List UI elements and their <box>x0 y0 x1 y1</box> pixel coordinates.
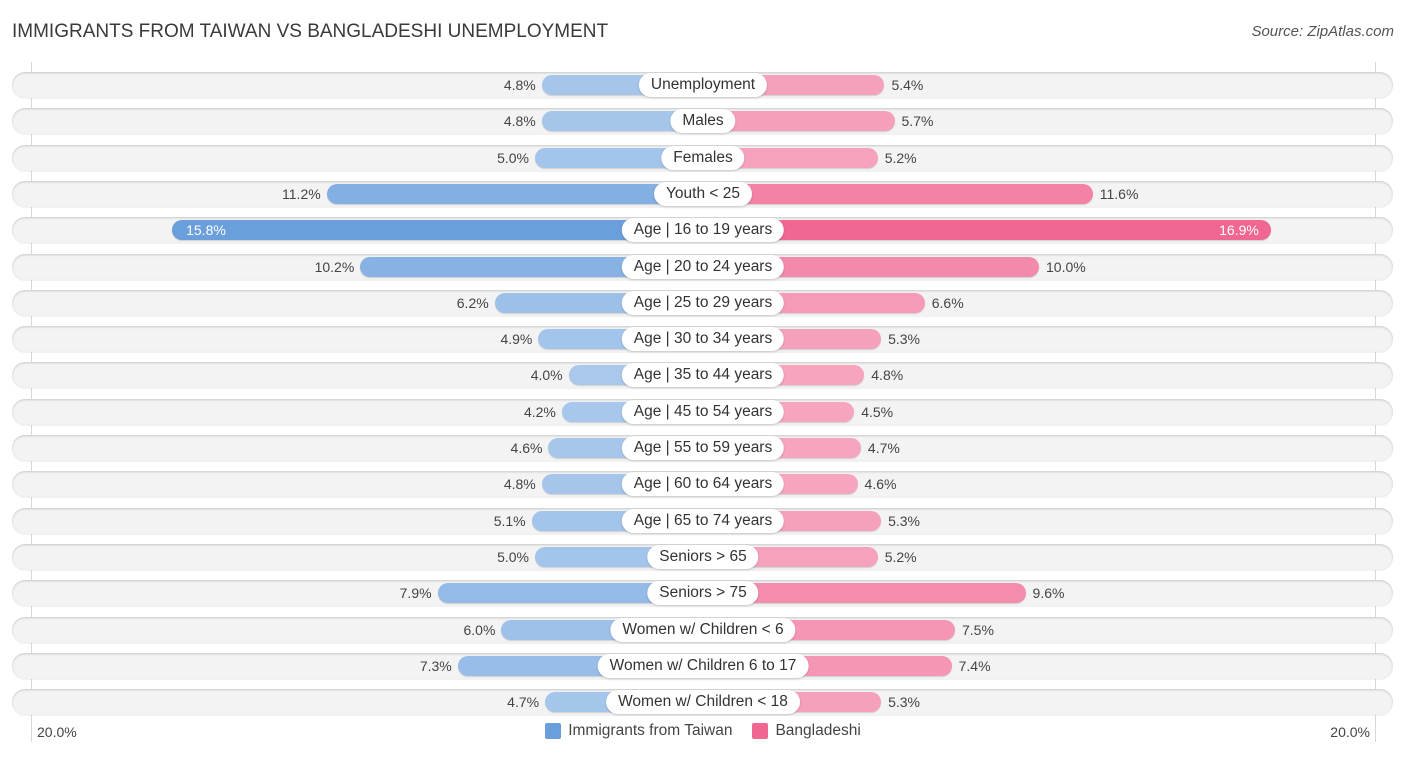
value-label-bangladeshi: 6.6% <box>931 294 964 311</box>
value-label-bangladeshi: 9.6% <box>1032 585 1065 602</box>
category-label: Age | 60 to 64 years <box>621 472 785 497</box>
value-label-bangladeshi: 4.6% <box>864 476 897 493</box>
category-label: Women w/ Children 6 to 17 <box>597 653 809 678</box>
category-label: Age | 45 to 54 years <box>621 399 785 424</box>
value-label-taiwan: 7.9% <box>399 585 432 602</box>
value-label-taiwan: 4.7% <box>507 694 540 711</box>
value-label-bangladeshi: 4.7% <box>867 440 900 456</box>
value-label-taiwan: 5.0% <box>497 149 529 166</box>
value-label-taiwan: 4.8% <box>503 113 536 130</box>
category-label: Males <box>670 109 736 134</box>
category-label: Age | 65 to 74 years <box>621 508 785 533</box>
value-label-bangladeshi: 16.9% <box>1219 222 1259 239</box>
value-label-taiwan: 4.8% <box>503 77 536 93</box>
chart-title: IMMIGRANTS FROM TAIWAN VS BANGLADESHI UN… <box>12 21 609 42</box>
category-label: Females <box>661 145 745 170</box>
value-label-taiwan: 4.8% <box>503 476 536 493</box>
value-label-bangladeshi: 5.3% <box>888 331 920 348</box>
value-label-bangladeshi: 5.3% <box>888 694 920 711</box>
legend-swatch-bangladeshi <box>752 723 769 739</box>
legend-label-taiwan: Immigrants from Taiwan <box>568 722 733 739</box>
value-label-taiwan: 4.2% <box>523 403 556 420</box>
value-label-bangladeshi: 5.3% <box>888 512 920 529</box>
category-label: Women w/ Children < 6 <box>610 617 796 642</box>
legend-swatch-taiwan <box>545 723 562 739</box>
category-label: Age | 16 to 19 years <box>621 218 785 243</box>
value-label-taiwan: 6.2% <box>456 294 489 311</box>
value-label-taiwan: 4.0% <box>530 367 563 384</box>
category-label: Women w/ Children < 18 <box>606 690 800 715</box>
category-label: Age | 35 to 44 years <box>621 363 785 388</box>
value-label-bangladeshi: 7.5% <box>962 621 994 638</box>
bar-bangladeshi[interactable] <box>703 183 1093 204</box>
value-label-taiwan: 4.6% <box>510 440 543 456</box>
value-label-bangladeshi: 11.6% <box>1099 185 1139 202</box>
value-label-taiwan: 7.3% <box>419 657 452 674</box>
value-label-bangladeshi: 7.4% <box>958 657 991 674</box>
value-label-bangladeshi: 4.8% <box>871 367 904 384</box>
category-label: Unemployment <box>638 73 768 97</box>
category-label: Seniors > 65 <box>647 544 759 569</box>
category-label: Age | 20 to 24 years <box>621 254 785 279</box>
category-label: Seniors > 75 <box>647 581 759 606</box>
bar-bangladeshi[interactable] <box>703 220 1271 241</box>
value-label-taiwan: 6.0% <box>463 621 496 638</box>
category-label: Age | 25 to 29 years <box>621 290 785 315</box>
value-label-bangladeshi: 5.7% <box>901 113 934 130</box>
source-label: Source: ZipAtlas.com <box>1251 23 1394 40</box>
value-label-bangladeshi: 5.4% <box>891 77 924 93</box>
value-label-taiwan: 5.1% <box>493 512 526 529</box>
value-label-bangladeshi: 4.5% <box>861 403 894 420</box>
legend: Immigrants from Taiwan Bangladeshi <box>0 722 1406 740</box>
value-label-taiwan: 10.2% <box>314 258 355 275</box>
value-label-bangladeshi: 5.2% <box>884 548 917 565</box>
category-label: Age | 55 to 59 years <box>621 436 785 460</box>
legend-item-bangladeshi[interactable]: Bangladeshi <box>752 722 861 740</box>
legend-label-bangladeshi: Bangladeshi <box>775 722 861 739</box>
category-label: Youth < 25 <box>654 181 752 206</box>
value-label-taiwan: 4.9% <box>500 331 533 348</box>
legend-item-taiwan[interactable]: Immigrants from Taiwan <box>545 722 732 740</box>
value-label-taiwan: 5.0% <box>497 548 529 565</box>
value-label-taiwan: 15.8% <box>186 222 226 239</box>
value-label-bangladeshi: 5.2% <box>884 149 917 166</box>
value-label-taiwan: 11.2% <box>282 185 321 202</box>
value-label-bangladeshi: 10.0% <box>1046 258 1086 275</box>
category-label: Age | 30 to 34 years <box>621 327 785 352</box>
bar-taiwan[interactable] <box>326 183 703 204</box>
